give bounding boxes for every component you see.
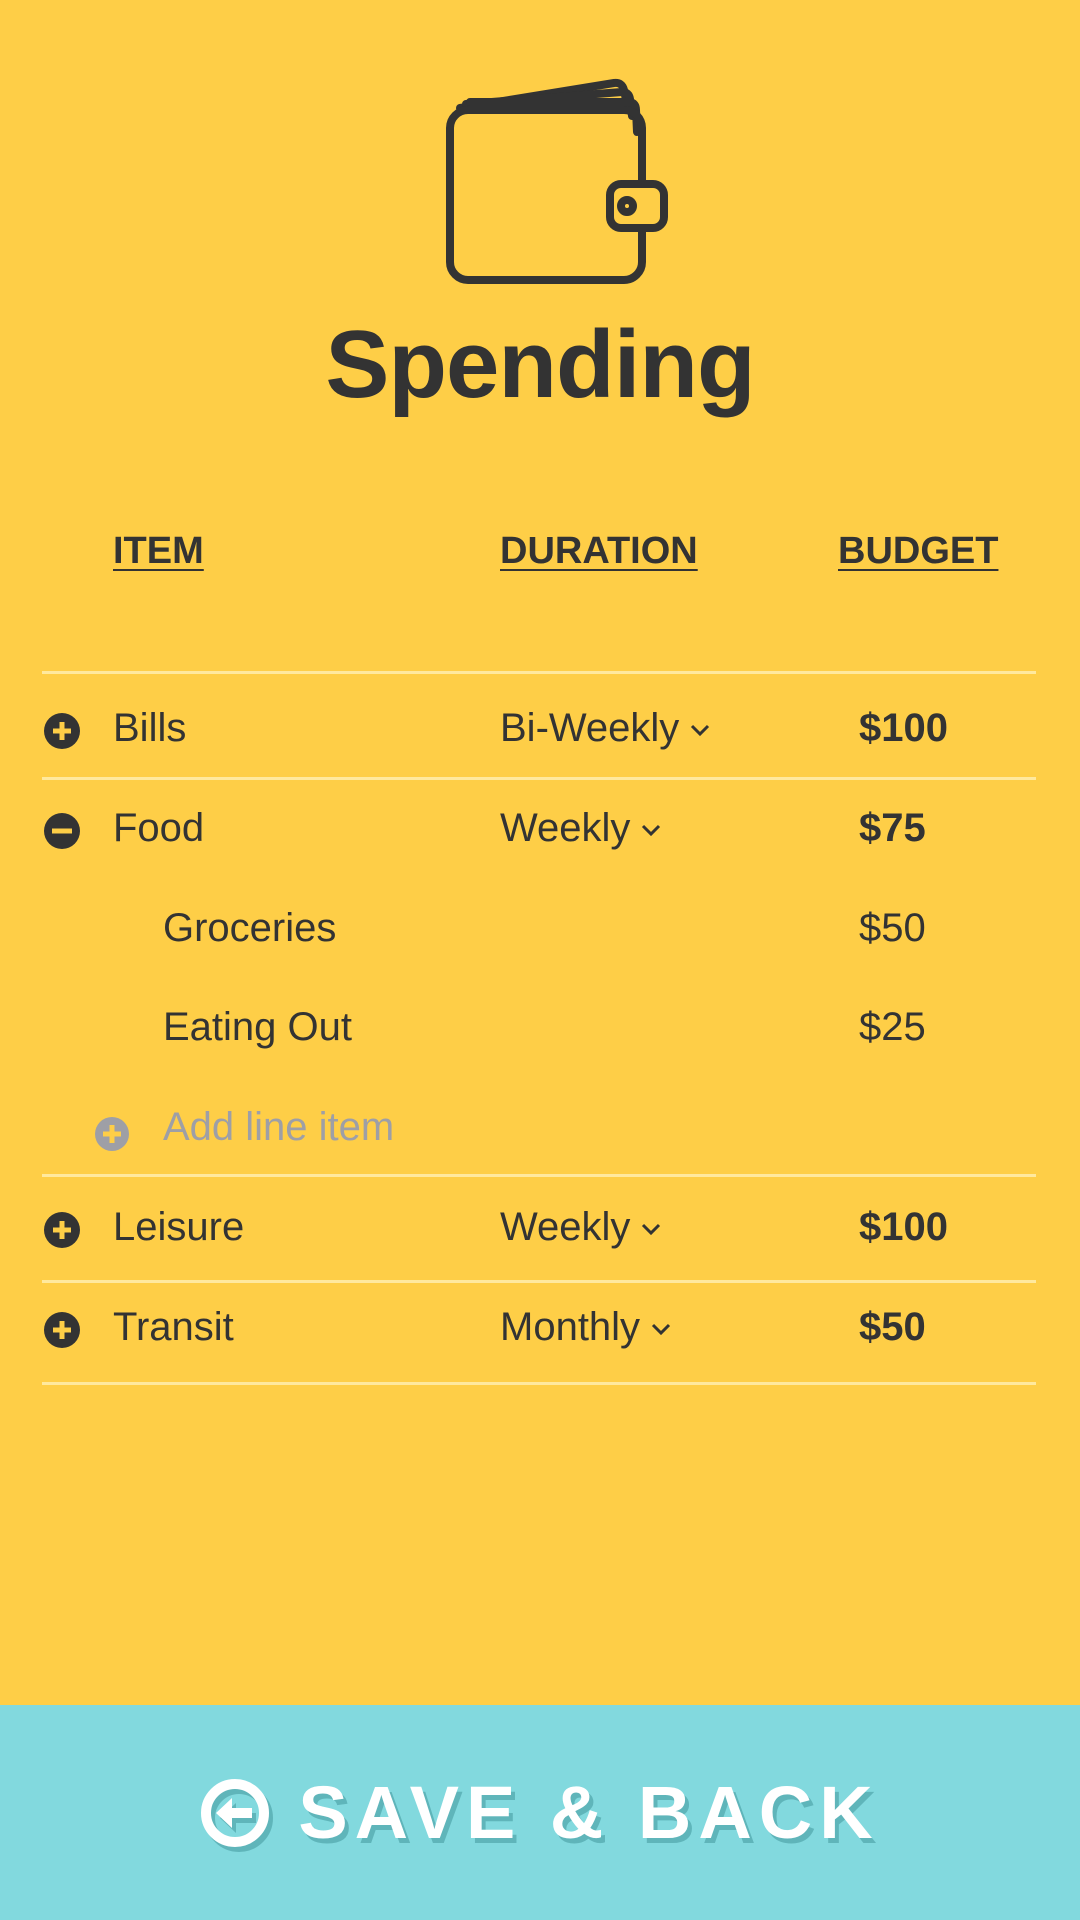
save-button-content: SAVE & BACK	[0, 1705, 1080, 1920]
row-name: Leisure	[113, 1205, 245, 1249]
duration-dropdown[interactable]: Weekly	[500, 1205, 662, 1250]
chevron-down-icon	[652, 1324, 671, 1336]
row-name: Food	[113, 806, 205, 850]
duration-dropdown[interactable]: Weekly	[500, 806, 662, 851]
budget-row-food[interactable]: Food Weekly $75	[0, 785, 1080, 875]
row-name: Transit	[113, 1305, 234, 1349]
chevron-down-icon	[642, 825, 661, 837]
add-line-item-label: Add line item	[163, 1105, 395, 1149]
divider	[42, 671, 1036, 674]
duration-value: Weekly	[500, 806, 631, 850]
plus-circle-icon[interactable]	[44, 1212, 80, 1248]
row-budget[interactable]: $100	[859, 1205, 948, 1250]
subitem-row-eating-out[interactable]: Eating Out $25	[0, 984, 1080, 1074]
plus-circle-icon[interactable]	[44, 713, 80, 749]
subitem-name: Eating Out	[163, 1005, 353, 1049]
duration-value: Bi-Weekly	[500, 706, 680, 750]
plus-circle-icon[interactable]	[44, 1312, 80, 1348]
subitem-budget[interactable]: $50	[859, 906, 926, 951]
duration-dropdown[interactable]: Monthly	[500, 1305, 672, 1350]
divider	[42, 1280, 1036, 1283]
wallet-icon	[446, 78, 668, 284]
row-budget[interactable]: $100	[859, 706, 948, 751]
chevron-down-icon	[691, 725, 710, 737]
add-circle-icon	[95, 1117, 129, 1151]
row-name: Bills	[113, 706, 187, 750]
duration-value: Monthly	[500, 1305, 641, 1349]
page-title: Spending	[325, 311, 755, 418]
row-budget[interactable]: $50	[859, 1305, 926, 1350]
divider	[42, 1174, 1036, 1177]
budget-row-leisure[interactable]: Leisure Weekly $100	[0, 1184, 1080, 1274]
subitem-name: Groceries	[163, 906, 337, 950]
budget-row-transit[interactable]: Transit Monthly $50	[0, 1284, 1080, 1374]
divider	[42, 1382, 1036, 1385]
column-header-budget: BUDGET	[838, 530, 999, 572]
column-header-duration: DURATION	[500, 530, 698, 572]
budget-row-bills[interactable]: Bills Bi-Weekly $100	[0, 685, 1080, 775]
subitem-row-groceries[interactable]: Groceries $50	[0, 885, 1080, 975]
minus-circle-icon[interactable]	[44, 813, 80, 849]
divider	[42, 777, 1036, 780]
duration-value: Weekly	[500, 1205, 631, 1249]
chevron-down-icon	[642, 1224, 661, 1236]
duration-dropdown[interactable]: Bi-Weekly	[500, 706, 711, 751]
row-budget[interactable]: $75	[859, 806, 926, 851]
save-and-back-button[interactable]: SAVE & BACK	[0, 1705, 1080, 1920]
save-and-back-label: SAVE & BACK	[298, 1771, 880, 1854]
add-line-item-button[interactable]: Add line item	[0, 1084, 1080, 1174]
column-header-item: ITEM	[113, 530, 204, 572]
back-arrow-circle-icon	[201, 1778, 270, 1847]
subitem-budget[interactable]: $25	[859, 1005, 926, 1050]
